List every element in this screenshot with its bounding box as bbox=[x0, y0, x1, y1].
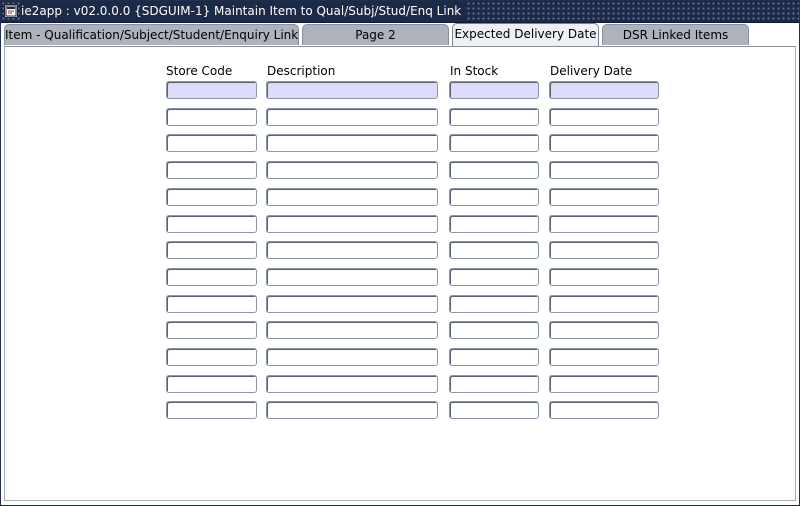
store-code-field[interactable] bbox=[166, 161, 257, 179]
store-code-field[interactable] bbox=[166, 241, 257, 259]
tab-item-link[interactable]: Item - Qualification/Subject/Student/Enq… bbox=[4, 24, 299, 45]
app-window-icon[interactable] bbox=[4, 4, 18, 18]
tab-dsr-linked-items[interactable]: DSR Linked Items bbox=[602, 24, 749, 45]
column-header-description: Description bbox=[267, 64, 336, 78]
title-bar[interactable]: ie2app : v02.0.0.0 {SDGUIM-1} Maintain I… bbox=[1, 1, 799, 23]
description-field[interactable] bbox=[266, 268, 438, 286]
column-header-store-code: Store Code bbox=[166, 64, 233, 78]
in-stock-field[interactable] bbox=[449, 134, 539, 152]
tab-page-2[interactable]: Page 2 bbox=[302, 24, 449, 45]
description-field[interactable] bbox=[266, 375, 438, 393]
store-code-field[interactable] bbox=[166, 108, 257, 126]
app-window: ie2app : v02.0.0.0 {SDGUIM-1} Maintain I… bbox=[0, 0, 800, 506]
description-field[interactable] bbox=[266, 161, 438, 179]
delivery-date-field[interactable] bbox=[549, 295, 659, 313]
delivery-date-field[interactable] bbox=[549, 81, 659, 99]
tab-strip: Item - Qualification/Subject/Student/Enq… bbox=[1, 23, 799, 46]
in-stock-field[interactable] bbox=[449, 401, 539, 419]
description-field[interactable] bbox=[266, 241, 438, 259]
store-code-field[interactable] bbox=[166, 401, 257, 419]
store-code-field[interactable] bbox=[166, 188, 257, 206]
description-field[interactable] bbox=[266, 348, 438, 366]
delivery-date-field[interactable] bbox=[549, 268, 659, 286]
store-code-field[interactable] bbox=[166, 268, 257, 286]
description-field[interactable] bbox=[266, 108, 438, 126]
in-stock-field[interactable] bbox=[449, 268, 539, 286]
store-code-field[interactable] bbox=[166, 348, 257, 366]
delivery-date-field[interactable] bbox=[549, 108, 659, 126]
description-field[interactable] bbox=[266, 295, 438, 313]
tab-expected-delivery-date[interactable]: Expected Delivery Date bbox=[452, 23, 599, 46]
in-stock-field[interactable] bbox=[449, 161, 539, 179]
description-field[interactable] bbox=[266, 401, 438, 419]
delivery-date-field[interactable] bbox=[549, 241, 659, 259]
store-code-field[interactable] bbox=[166, 295, 257, 313]
in-stock-field[interactable] bbox=[449, 295, 539, 313]
in-stock-field[interactable] bbox=[449, 348, 539, 366]
delivery-date-field[interactable] bbox=[549, 401, 659, 419]
in-stock-field[interactable] bbox=[449, 375, 539, 393]
delivery-date-field[interactable] bbox=[549, 348, 659, 366]
description-field[interactable] bbox=[266, 134, 438, 152]
delivery-date-field[interactable] bbox=[549, 161, 659, 179]
delivery-date-field[interactable] bbox=[549, 188, 659, 206]
description-field[interactable] bbox=[266, 215, 438, 233]
delivery-date-field[interactable] bbox=[549, 375, 659, 393]
in-stock-field[interactable] bbox=[449, 188, 539, 206]
description-field[interactable] bbox=[266, 321, 438, 339]
description-field[interactable] bbox=[266, 188, 438, 206]
in-stock-field[interactable] bbox=[449, 241, 539, 259]
delivery-date-field[interactable] bbox=[549, 215, 659, 233]
in-stock-field[interactable] bbox=[449, 108, 539, 126]
store-code-field[interactable] bbox=[166, 375, 257, 393]
store-code-field[interactable] bbox=[166, 215, 257, 233]
window-title: ie2app : v02.0.0.0 {SDGUIM-1} Maintain I… bbox=[21, 1, 468, 22]
store-code-field[interactable] bbox=[166, 81, 257, 99]
store-code-field[interactable] bbox=[166, 134, 257, 152]
store-code-field[interactable] bbox=[166, 321, 257, 339]
in-stock-field[interactable] bbox=[449, 215, 539, 233]
column-header-in-stock: In Stock bbox=[450, 64, 499, 78]
in-stock-field[interactable] bbox=[449, 81, 539, 99]
in-stock-field[interactable] bbox=[449, 321, 539, 339]
column-header-delivery-date: Delivery Date bbox=[550, 64, 633, 78]
delivery-date-field[interactable] bbox=[549, 321, 659, 339]
description-field[interactable] bbox=[266, 81, 438, 99]
delivery-date-field[interactable] bbox=[549, 134, 659, 152]
